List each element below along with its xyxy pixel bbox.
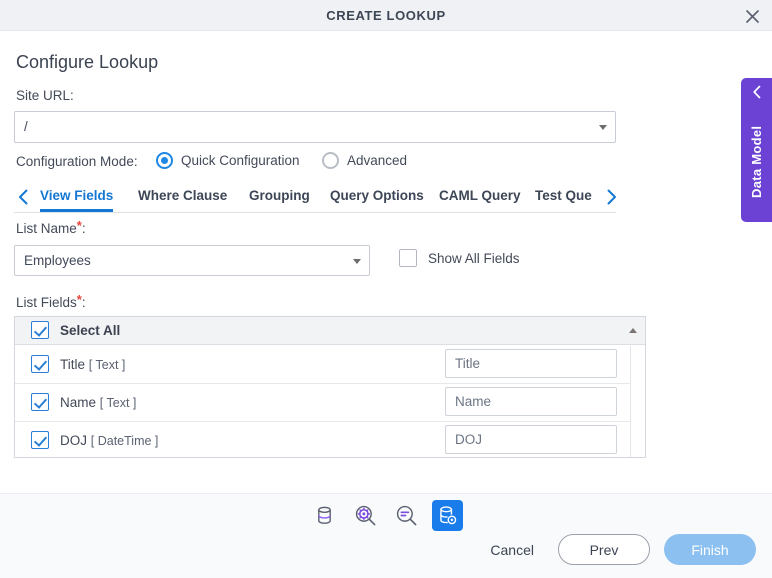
required-asterisk: * xyxy=(76,218,82,233)
list-name-select[interactable]: Employees xyxy=(14,245,370,276)
create-lookup-dialog: CREATE LOOKUP Configure Lookup Site URL:… xyxy=(0,0,772,578)
list-name-label-text: List Name xyxy=(16,221,77,236)
tab-grouping[interactable]: Grouping xyxy=(249,183,310,212)
radio-unselected-icon xyxy=(322,152,339,169)
configuration-mode-label: Configuration Mode: xyxy=(16,154,138,169)
list-fields-panel: Select All Title [ Text ] Title Name [ T… xyxy=(14,316,646,458)
field-checkbox-name[interactable]: Name [ Text ] xyxy=(31,393,136,411)
list-fields-header: Select All xyxy=(15,317,645,345)
select-all-checkbox[interactable]: Select All xyxy=(31,321,120,339)
dialog-title: CREATE LOOKUP xyxy=(326,8,446,23)
dialog-titlebar: CREATE LOOKUP xyxy=(0,0,772,31)
field-name: Title xyxy=(60,356,86,372)
select-all-label: Select All xyxy=(60,322,121,338)
tab-where-clause[interactable]: Where Clause xyxy=(138,183,227,212)
checkbox-unchecked-icon xyxy=(399,249,417,267)
sort-ascending-icon[interactable] xyxy=(629,328,637,333)
field-display-name-input-title[interactable]: Title xyxy=(445,349,617,378)
database-search-settings-icon[interactable] xyxy=(350,500,381,531)
chevron-left-icon xyxy=(741,85,772,99)
required-asterisk: * xyxy=(76,292,82,307)
radio-quick-configuration[interactable]: Quick Configuration xyxy=(156,152,300,169)
list-name-value: Employees xyxy=(24,253,91,268)
field-checkbox-title[interactable]: Title [ Text ] xyxy=(31,355,125,373)
field-name: Name xyxy=(60,394,97,410)
chevron-right-icon[interactable] xyxy=(602,185,620,209)
data-model-label: Data Model xyxy=(749,125,764,199)
field-name: DOJ xyxy=(60,432,87,448)
field-type: [ DateTime ] xyxy=(90,433,159,448)
radio-quick-configuration-label: Quick Configuration xyxy=(181,153,300,168)
finish-button[interactable]: Finish xyxy=(664,534,756,565)
site-url-label: Site URL: xyxy=(16,88,74,103)
field-display-name-input-name[interactable]: Name xyxy=(445,387,617,416)
checkbox-checked-icon xyxy=(31,431,49,449)
site-url-value: / xyxy=(24,119,28,134)
chevron-left-icon[interactable] xyxy=(14,185,32,209)
close-icon[interactable] xyxy=(740,4,764,28)
list-fields-label-text: List Fields xyxy=(16,295,77,310)
chevron-down-icon xyxy=(353,258,361,264)
dialog-footer: Cancel Prev Finish xyxy=(0,493,772,578)
tab-caml-query[interactable]: CAML Query xyxy=(439,183,521,212)
table-row: Title [ Text ] Title xyxy=(15,346,631,384)
checkbox-checked-icon xyxy=(31,393,49,411)
list-fields-label-colon: : xyxy=(81,295,86,310)
table-row: Name [ Text ] Name xyxy=(15,384,631,422)
data-model-panel-tab[interactable]: Data Model xyxy=(741,78,772,222)
field-type: [ Text ] xyxy=(99,395,137,410)
list-fields-scrollbar[interactable] xyxy=(630,346,645,457)
tabstrip: View Fields Where Clause Grouping Query … xyxy=(14,183,616,213)
checkbox-checked-icon xyxy=(31,355,49,373)
list-name-label: List Name*: xyxy=(16,218,86,236)
tab-test-query[interactable]: Test Que xyxy=(535,183,592,212)
dialog-actions: Cancel Prev Finish xyxy=(480,534,756,565)
query-search-icon[interactable] xyxy=(391,500,422,531)
prev-button[interactable]: Prev xyxy=(558,534,650,565)
tab-query-options[interactable]: Query Options xyxy=(330,183,424,212)
chevron-down-icon xyxy=(599,125,607,130)
field-display-name-input-doj[interactable]: DOJ xyxy=(445,425,617,454)
checkbox-checked-icon xyxy=(31,321,49,339)
show-all-fields-checkbox[interactable]: Show All Fields xyxy=(399,249,520,267)
field-checkbox-doj[interactable]: DOJ [ DateTime ] xyxy=(31,431,158,449)
radio-selected-icon xyxy=(156,152,173,169)
wizard-step-toolbar xyxy=(0,500,772,531)
show-all-fields-label: Show All Fields xyxy=(428,250,520,266)
tab-view-fields[interactable]: View Fields xyxy=(40,183,114,212)
page-title: Configure Lookup xyxy=(16,52,159,72)
list-fields-label: List Fields*: xyxy=(16,292,86,310)
list-name-label-colon: : xyxy=(81,221,86,236)
cancel-button[interactable]: Cancel xyxy=(480,536,544,564)
radio-advanced[interactable]: Advanced xyxy=(322,152,407,169)
radio-advanced-label: Advanced xyxy=(347,153,408,168)
table-row: DOJ [ DateTime ] DOJ xyxy=(15,422,631,457)
field-type: [ Text ] xyxy=(88,357,126,372)
site-url-select[interactable]: / xyxy=(14,111,616,143)
database-config-icon[interactable] xyxy=(432,500,463,531)
database-icon[interactable] xyxy=(309,500,340,531)
